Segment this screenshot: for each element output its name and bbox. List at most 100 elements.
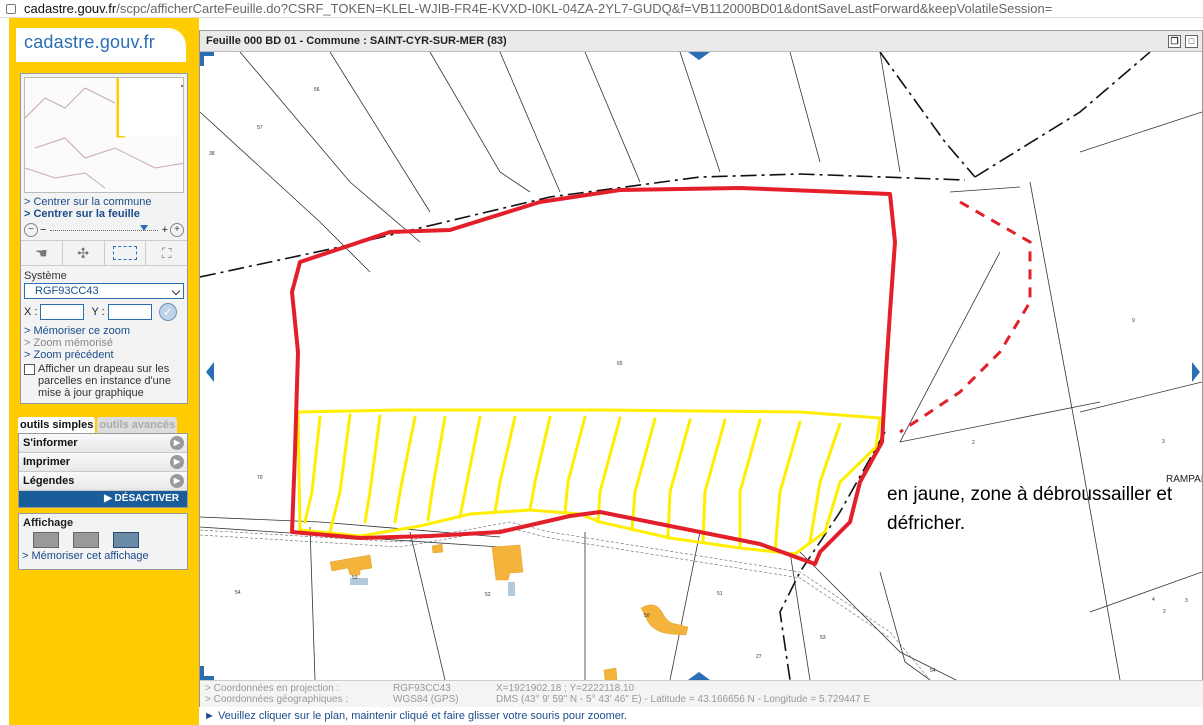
systeme-label: Système <box>24 270 67 282</box>
x-input[interactable] <box>40 304 85 320</box>
projection-values: X=1921902.18 ; Y=2222118.10 <box>496 683 635 694</box>
play-icon: ▶ <box>170 436 184 450</box>
tool-tabs: outils simples outils avancés <box>18 417 188 433</box>
pan-up-icon[interactable] <box>688 52 710 60</box>
parcel-label: 27 <box>756 654 762 660</box>
center-crosshair-icon[interactable]: ✣ <box>63 241 105 265</box>
pan-right-icon[interactable] <box>1192 362 1200 382</box>
projection-label: > Coordonnées en projection : <box>205 683 340 694</box>
url-path: /scpc/afficherCarteFeuille.do?CSRF_TOKEN… <box>116 1 1053 16</box>
overview-map[interactable] <box>24 77 184 193</box>
systeme-select[interactable]: RGF93CC43 <box>24 283 184 299</box>
memorize-zoom-link[interactable]: > Mémoriser ce zoom <box>21 325 187 337</box>
pan-left-icon[interactable] <box>206 362 214 382</box>
zoom-track[interactable] <box>50 224 158 231</box>
parcel-label: 9 <box>1132 318 1135 324</box>
cadastral-map[interactable]: 56 57 38 65 70 54 53 52 50 51 53 27 54 9… <box>200 52 1202 680</box>
parcel-label: 57 <box>257 125 263 131</box>
display-mode-1-icon[interactable] <box>33 532 59 548</box>
pan-arrows <box>206 52 1200 680</box>
parcel-label: 2 <box>1163 609 1166 615</box>
previous-zoom-link[interactable]: > Zoom précédent <box>21 349 187 361</box>
display-mode-3-icon[interactable] <box>113 532 139 548</box>
menu-label: Légendes <box>23 475 75 487</box>
parcel-label: 3 <box>1162 439 1165 445</box>
corner-icon <box>200 666 214 680</box>
play-icon: ▶ <box>170 455 184 469</box>
memorize-display-link[interactable]: > Mémoriser cet affichage <box>19 550 187 562</box>
restore-icon[interactable]: ❐ <box>1168 35 1181 48</box>
parcel-label: 4 <box>1152 597 1155 603</box>
flag-checkbox-label: Afficher un drapeau sur les parcelles en… <box>38 363 171 399</box>
display-modes <box>19 530 187 550</box>
deactivate-label: DÉSACTIVER <box>114 493 179 504</box>
parcel-label: 53 <box>820 635 826 641</box>
coordinate-entry: X : Y : ✓ <box>21 299 187 325</box>
pan-down-icon[interactable] <box>688 672 710 680</box>
pan-hand-icon[interactable]: ☚ <box>21 241 63 265</box>
parcel-label: 53 <box>352 575 358 581</box>
flag-checkbox-row[interactable]: Afficher un drapeau sur les parcelles en… <box>21 361 187 403</box>
center-feuille-link[interactable]: > Centrer sur la feuille <box>21 208 187 220</box>
map-window: Feuille 000 BD 01 - Commune : SAINT-CYR-… <box>199 30 1203 725</box>
zoom-hint: ► Veuillez cliquer sur le plan, mainteni… <box>199 707 1203 725</box>
map-title: Feuille 000 BD 01 - Commune : SAINT-CYR-… <box>200 31 1202 52</box>
menu-item-informer[interactable]: S'informer ▶ <box>19 434 187 453</box>
parcel-label: 65 <box>617 361 623 367</box>
deactivate-button[interactable]: ▶ DÉSACTIVER <box>19 491 187 507</box>
center-commune-link[interactable]: > Centrer sur la commune <box>21 196 187 208</box>
geographic-values: DMS (43° 9' 59" N - 5° 43' 46" E) - Lati… <box>496 694 871 705</box>
address-bar[interactable]: cadastre.gouv.fr/scpc/afficherCarteFeuil… <box>0 0 1203 18</box>
tab-advanced-tools[interactable]: outils avancés <box>97 417 178 433</box>
geographic-system: WGS84 (GPS) <box>393 694 459 705</box>
menu-label: Imprimer <box>23 456 71 468</box>
geographic-label: > Coordonnées géographiques : <box>205 694 349 705</box>
y-label: Y : <box>91 306 105 318</box>
tab-simple-tools[interactable]: outils simples <box>18 417 96 433</box>
play-icon: ▶ <box>104 493 115 504</box>
corner-icon <box>200 52 214 66</box>
minus-icon: − <box>40 224 47 236</box>
x-label: X : <box>24 306 38 318</box>
annotation-text: en jaune, zone à débroussailler et défri… <box>887 484 1173 534</box>
zoom-slider[interactable]: − − + + <box>21 220 187 240</box>
navigation-panel: > Centrer sur la commune > Centrer sur l… <box>20 73 188 404</box>
y-input[interactable] <box>107 304 152 320</box>
parcel-label: 54 <box>930 668 936 674</box>
menu-item-legendes[interactable]: Légendes ▶ <box>19 472 187 491</box>
parcel-label: 2 <box>972 440 975 446</box>
parcel-label: 3 <box>1185 598 1188 604</box>
display-title: Affichage <box>23 517 74 529</box>
window-controls: ❐ □ <box>1168 35 1198 48</box>
projection-system: RGF93CC43 <box>393 683 451 694</box>
play-icon: ▶ <box>170 474 184 488</box>
parcel-label: 51 <box>717 591 723 597</box>
logo-text: cadastre.gouv.fr <box>24 32 155 52</box>
parcel-label: 52 <box>485 592 491 598</box>
parcel-label: 54 <box>235 590 241 596</box>
parcel-label: 70 <box>257 475 263 481</box>
zoom-rectangle-icon[interactable] <box>105 241 147 265</box>
maximize-icon[interactable]: □ <box>1185 35 1198 48</box>
display-panel: Affichage > Mémoriser cet affichage <box>18 513 188 570</box>
memorized-zoom-link: > Zoom mémorisé <box>24 337 113 349</box>
parcel-label: 56 <box>314 87 320 93</box>
zoom-in-icon[interactable]: + <box>170 223 184 237</box>
validate-check-icon[interactable]: ✓ <box>158 303 177 321</box>
map-title-text: Feuille 000 BD 01 - Commune : SAINT-CYR-… <box>206 35 507 47</box>
url-host: cadastre.gouv.fr <box>24 1 117 16</box>
zoom-out-icon[interactable]: − <box>24 223 38 237</box>
full-extent-icon[interactable]: ⛶ <box>146 241 187 265</box>
site-logo[interactable]: cadastre.gouv.fr <box>16 28 186 62</box>
tools-menu: S'informer ▶ Imprimer ▶ Légendes ▶ ▶ DÉSACT… <box>18 433 188 508</box>
plus-icon: + <box>161 224 168 236</box>
display-mode-2-icon[interactable] <box>73 532 99 548</box>
flag-checkbox[interactable] <box>24 364 35 375</box>
parcel-label: 38 <box>209 151 215 157</box>
parcel-label: 50 <box>644 613 650 619</box>
map-tools: ☚ ✣ ⛶ <box>21 240 187 266</box>
menu-item-imprimer[interactable]: Imprimer ▶ <box>19 453 187 472</box>
zoom-thumb[interactable] <box>139 224 148 231</box>
menu-label: S'informer <box>23 437 78 449</box>
lock-icon <box>6 3 16 14</box>
